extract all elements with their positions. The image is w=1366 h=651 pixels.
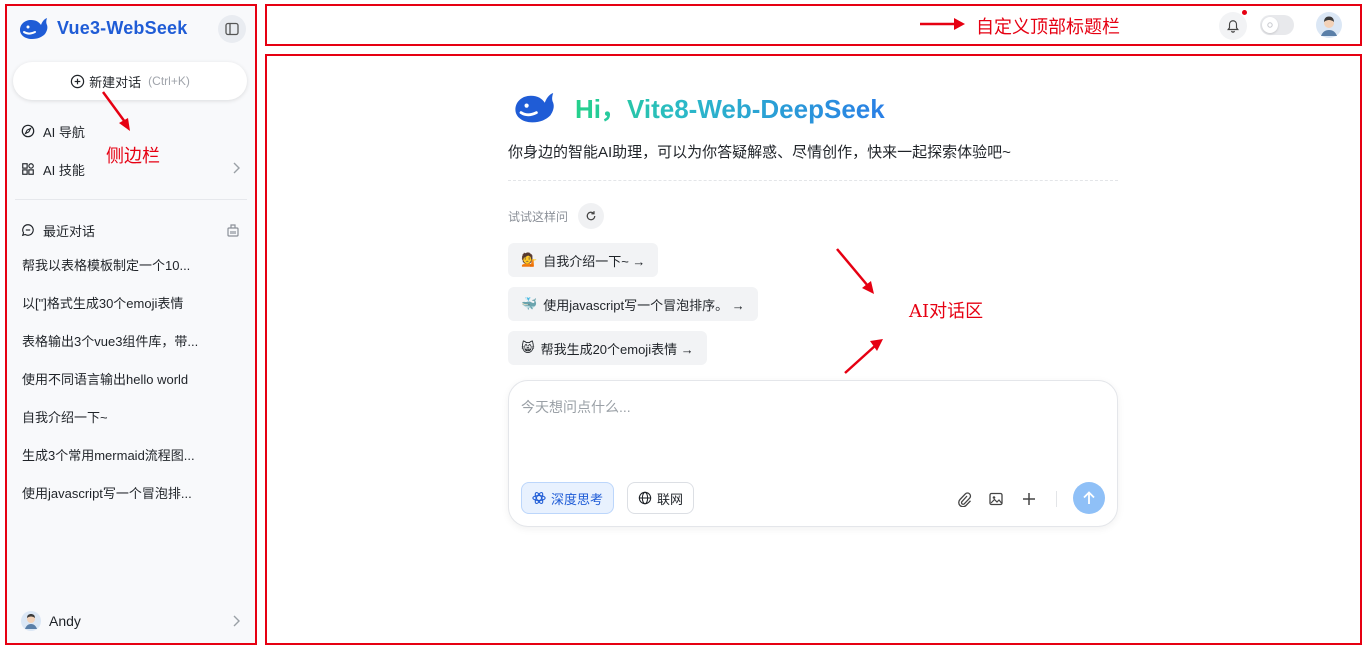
sidebar-annotation-frame: [5, 4, 257, 645]
header-annotation-frame: [265, 4, 1362, 46]
main-area-annotation-frame: [265, 54, 1362, 645]
